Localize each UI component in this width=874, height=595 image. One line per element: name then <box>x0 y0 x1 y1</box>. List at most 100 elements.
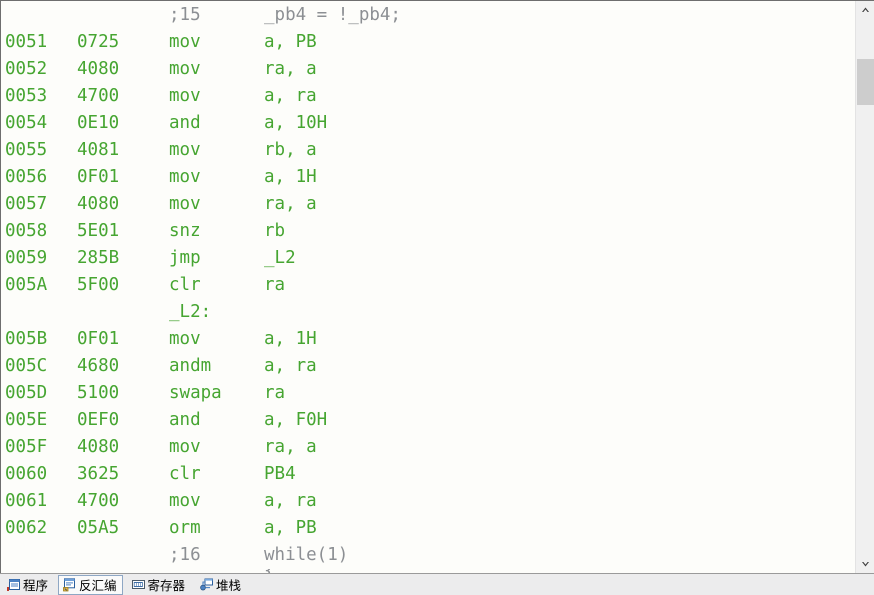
tab-label: 堆栈 <box>216 578 242 593</box>
row-operands: _pb4 = !_pb4; <box>264 5 401 25</box>
row-address: 005C <box>5 356 48 376</box>
row-address: 0060 <box>5 464 48 484</box>
source-line-row[interactable]: { <box>1 569 855 573</box>
scrollbar-track[interactable] <box>856 19 874 555</box>
row-opcode: 4081 <box>77 140 120 160</box>
row-operands: PB4 <box>264 464 296 484</box>
row-address: 0058 <box>5 221 48 241</box>
program-icon <box>7 578 20 591</box>
row-address: 0051 <box>5 32 48 52</box>
scroll-thumb[interactable] <box>857 59 874 105</box>
registers-icon <box>131 579 145 589</box>
row-operands: ra, a <box>264 194 317 214</box>
tab-registers[interactable]: 寄存器 <box>127 575 192 595</box>
disassembly-row[interactable]: 005D 5100 swapa ra <box>1 380 855 407</box>
disassembly-window: ;15 _pb4 = !_pb4; 0051 0725 mov a, PB 0052 4080… <box>0 0 874 595</box>
disassembly-row[interactable]: 0056 0F01 mov a, 1H <box>1 164 855 191</box>
row-mnemonic: mov <box>169 329 201 349</box>
row-operands: _L2 <box>264 248 296 268</box>
row-opcode: 4080 <box>77 437 120 457</box>
row-opcode: 0725 <box>77 32 120 52</box>
disassembly-row[interactable]: 005F 4080 mov ra, a <box>1 434 855 461</box>
disassembly-row[interactable]: 0060 3625 clr PB4 <box>1 461 855 488</box>
row-address: 0062 <box>5 518 48 538</box>
tab-label: 程序 <box>23 578 49 593</box>
row-mnemonic: andm <box>169 356 212 376</box>
disassembly-row[interactable]: 0054 0E10 and a, 10H <box>1 110 855 137</box>
disassembly-row[interactable]: 0059 285B jmp _L2 <box>1 245 855 272</box>
row-mnemonic: _L2: <box>169 302 212 322</box>
row-mnemonic: clr <box>169 275 201 295</box>
disassembly-icon <box>63 577 76 591</box>
row-address: 0056 <box>5 167 48 187</box>
row-address: 005A <box>5 275 48 295</box>
scroll-down-icon[interactable] <box>856 555 874 573</box>
tab-program[interactable]: 程序 <box>2 575 54 595</box>
row-opcode: 3625 <box>77 464 120 484</box>
row-mnemonic: jmp <box>169 248 201 268</box>
disassembly-pane: ;15 _pb4 = !_pb4; 0051 0725 mov a, PB 0052 4080… <box>0 0 874 573</box>
tab-label: 反汇编 <box>79 578 117 593</box>
row-opcode: 05A5 <box>77 518 120 538</box>
disassembly-row[interactable]: 0051 0725 mov a, PB <box>1 29 855 56</box>
row-mnemonic: ;16 <box>169 545 201 565</box>
row-mnemonic: mov <box>169 437 201 457</box>
row-mnemonic: swapa <box>169 383 222 403</box>
disassembly-rows: ;15 _pb4 = !_pb4; 0051 0725 mov a, PB 0052 4080… <box>1 2 855 573</box>
row-mnemonic: ;15 <box>169 5 201 25</box>
tab-stack[interactable]: 堆栈 <box>195 575 247 595</box>
disassembly-row[interactable]: 0062 05A5 orm a, PB <box>1 515 855 542</box>
disassembly-row[interactable]: 005A 5F00 clr ra <box>1 272 855 299</box>
row-mnemonic: mov <box>169 194 201 214</box>
row-operands: rb <box>264 221 286 241</box>
disassembly-row[interactable]: 005B 0F01 mov a, 1H <box>1 326 855 353</box>
row-mnemonic: and <box>169 410 201 430</box>
disassembly-row[interactable]: 0057 4080 mov ra, a <box>1 191 855 218</box>
label-row[interactable]: _L2: <box>1 299 855 326</box>
disassembly-row[interactable]: 005C 4680 andm a, ra <box>1 353 855 380</box>
row-address: 0055 <box>5 140 48 160</box>
disassembly-row[interactable]: 0053 4700 mov a, ra <box>1 83 855 110</box>
row-address: 0052 <box>5 59 48 79</box>
row-mnemonic: mov <box>169 491 201 511</box>
row-mnemonic: mov <box>169 59 201 79</box>
row-operands: a, 1H <box>264 329 317 349</box>
bottom-tab-strip: 程序 反汇编 寄存器 堆栈 <box>0 573 874 595</box>
row-opcode: 0E10 <box>77 113 120 133</box>
stack-icon <box>200 578 214 590</box>
vertical-scrollbar[interactable] <box>855 1 874 573</box>
disassembly-code-area[interactable]: ;15 _pb4 = !_pb4; 0051 0725 mov a, PB 0052 4080… <box>1 1 855 573</box>
disassembly-row[interactable]: 0058 5E01 snz rb <box>1 218 855 245</box>
row-mnemonic: orm <box>169 518 201 538</box>
source-line-row[interactable]: ;15 _pb4 = !_pb4; <box>1 2 855 29</box>
row-address: 0059 <box>5 248 48 268</box>
row-opcode: 0EF0 <box>77 410 120 430</box>
row-opcode: 4080 <box>77 59 120 79</box>
row-operands: a, 1H <box>264 167 317 187</box>
row-opcode: 0F01 <box>77 329 120 349</box>
disassembly-row[interactable]: 0061 4700 mov a, ra <box>1 488 855 515</box>
row-operands: a, ra <box>264 356 317 376</box>
tab-disassembly[interactable]: 反汇编 <box>58 574 123 595</box>
row-operands: a, ra <box>264 491 317 511</box>
row-operands: ra <box>264 383 286 403</box>
disassembly-row[interactable]: 0055 4081 mov rb, a <box>1 137 855 164</box>
row-address: 0054 <box>5 113 48 133</box>
disassembly-row[interactable]: 005E 0EF0 and a, F0H <box>1 407 855 434</box>
source-line-row[interactable]: ;16 while(1) <box>1 542 855 569</box>
disassembly-row[interactable]: 0052 4080 mov ra, a <box>1 56 855 83</box>
row-operands: a, PB <box>264 32 317 52</box>
row-address: 005F <box>5 437 48 457</box>
row-mnemonic: mov <box>169 167 201 187</box>
row-mnemonic: snz <box>169 221 201 241</box>
row-mnemonic: mov <box>169 32 201 52</box>
row-opcode: 4680 <box>77 356 120 376</box>
row-address: 0057 <box>5 194 48 214</box>
row-operands: { <box>264 569 275 573</box>
tab-label: 寄存器 <box>147 578 186 593</box>
row-opcode: 5100 <box>77 383 120 403</box>
row-mnemonic: clr <box>169 464 201 484</box>
row-operands: rb, a <box>264 140 317 160</box>
row-opcode: 0F01 <box>77 167 120 187</box>
scroll-up-icon[interactable] <box>856 1 874 19</box>
